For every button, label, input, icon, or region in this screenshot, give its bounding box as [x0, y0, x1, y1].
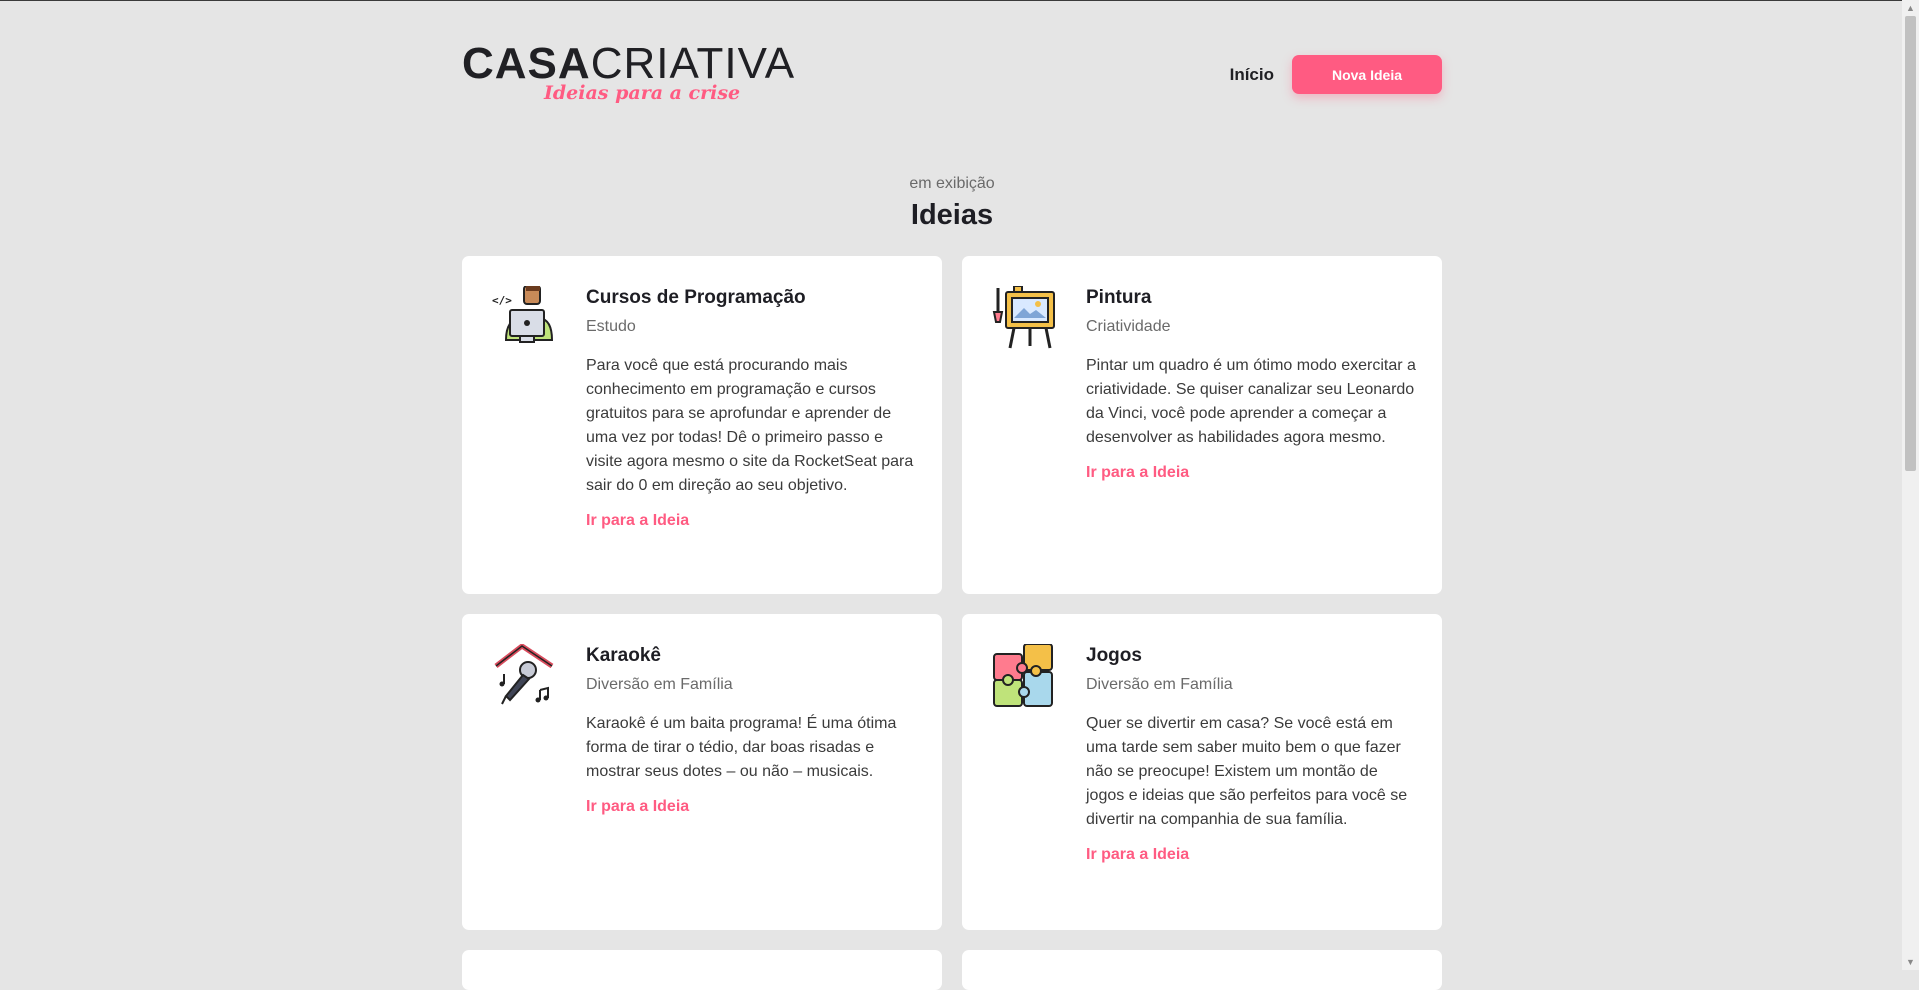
card-link[interactable]: Ir para a Ideia — [586, 798, 689, 816]
scrollbar-thumb[interactable] — [1905, 16, 1916, 471]
vertical-scrollbar[interactable]: ▲ ▼ — [1902, 0, 1919, 970]
card-category: Diversão em Família — [586, 676, 733, 693]
section-subtitle: em exibição — [909, 175, 995, 192]
idea-card: </> Cursos de Programação Estudo Para vo… — [462, 256, 942, 594]
logo-bold: CASA — [462, 39, 591, 88]
idea-card: Pintura Criatividade Pintar um quadro é … — [962, 256, 1442, 594]
card-description: Pintar um quadro é um ótimo modo exercit… — [1086, 357, 1416, 446]
main-nav: Início Nova Ideia — [1230, 55, 1442, 94]
card-title: Pintura — [1086, 287, 1152, 308]
logo-text: CASACRIATIVA — [462, 39, 794, 88]
card-description: Quer se divertir em casa? Se você está e… — [1086, 715, 1408, 828]
scroll-down-arrow-icon[interactable]: ▼ — [1906, 957, 1915, 967]
card-link[interactable]: Ir para a Ideia — [1086, 464, 1189, 482]
idea-card-partial — [462, 950, 942, 990]
logo[interactable]: CASACRIATIVA Ideias para a crise — [462, 39, 794, 112]
card-title: Karaokê — [586, 645, 661, 666]
card-link[interactable]: Ir para a Ideia — [586, 512, 689, 530]
programmer-icon: </> — [492, 285, 556, 350]
idea-card: Karaokê Diversão em Família Karaokê é um… — [462, 614, 942, 930]
easel-icon — [992, 285, 1056, 350]
card-description: Para você que está procurando mais conhe… — [586, 357, 914, 494]
card-link[interactable]: Ir para a Ideia — [1086, 846, 1189, 864]
idea-card: Jogos Diversão em Família Quer se divert… — [962, 614, 1442, 930]
idea-card-partial — [962, 950, 1442, 990]
page-container: CASACRIATIVA Ideias para a crise Início … — [462, 0, 1442, 990]
nav-home-link[interactable]: Início — [1230, 65, 1274, 85]
header: CASACRIATIVA Ideias para a crise Início … — [462, 0, 1442, 130]
scroll-up-arrow-icon[interactable]: ▲ — [1906, 3, 1915, 13]
microphone-icon — [492, 642, 556, 708]
section-title: Ideias — [910, 199, 994, 231]
logo-light: CRIATIVA — [590, 39, 796, 88]
svg-text:</>: </> — [492, 294, 512, 307]
card-category: Criatividade — [1086, 318, 1171, 335]
section-header: em exibição Ideias — [462, 175, 1442, 232]
new-idea-button[interactable]: Nova Ideia — [1292, 55, 1442, 94]
logo-tagline: Ideias para a crise — [544, 82, 741, 104]
card-title: Cursos de Programação — [586, 287, 806, 308]
card-content: Cursos de Programação Estudo Para você q… — [586, 286, 916, 530]
card-content: Pintura Criatividade Pintar um quadro é … — [1086, 286, 1416, 482]
card-content: Karaokê Diversão em Família Karaokê é um… — [586, 644, 916, 816]
card-title: Jogos — [1086, 645, 1142, 666]
card-content: Jogos Diversão em Família Quer se divert… — [1086, 644, 1416, 864]
card-category: Diversão em Família — [1086, 676, 1233, 693]
card-category: Estudo — [586, 318, 636, 335]
card-description: Karaokê é um baita programa! É uma ótima… — [586, 715, 897, 780]
puzzle-icon — [992, 643, 1056, 708]
